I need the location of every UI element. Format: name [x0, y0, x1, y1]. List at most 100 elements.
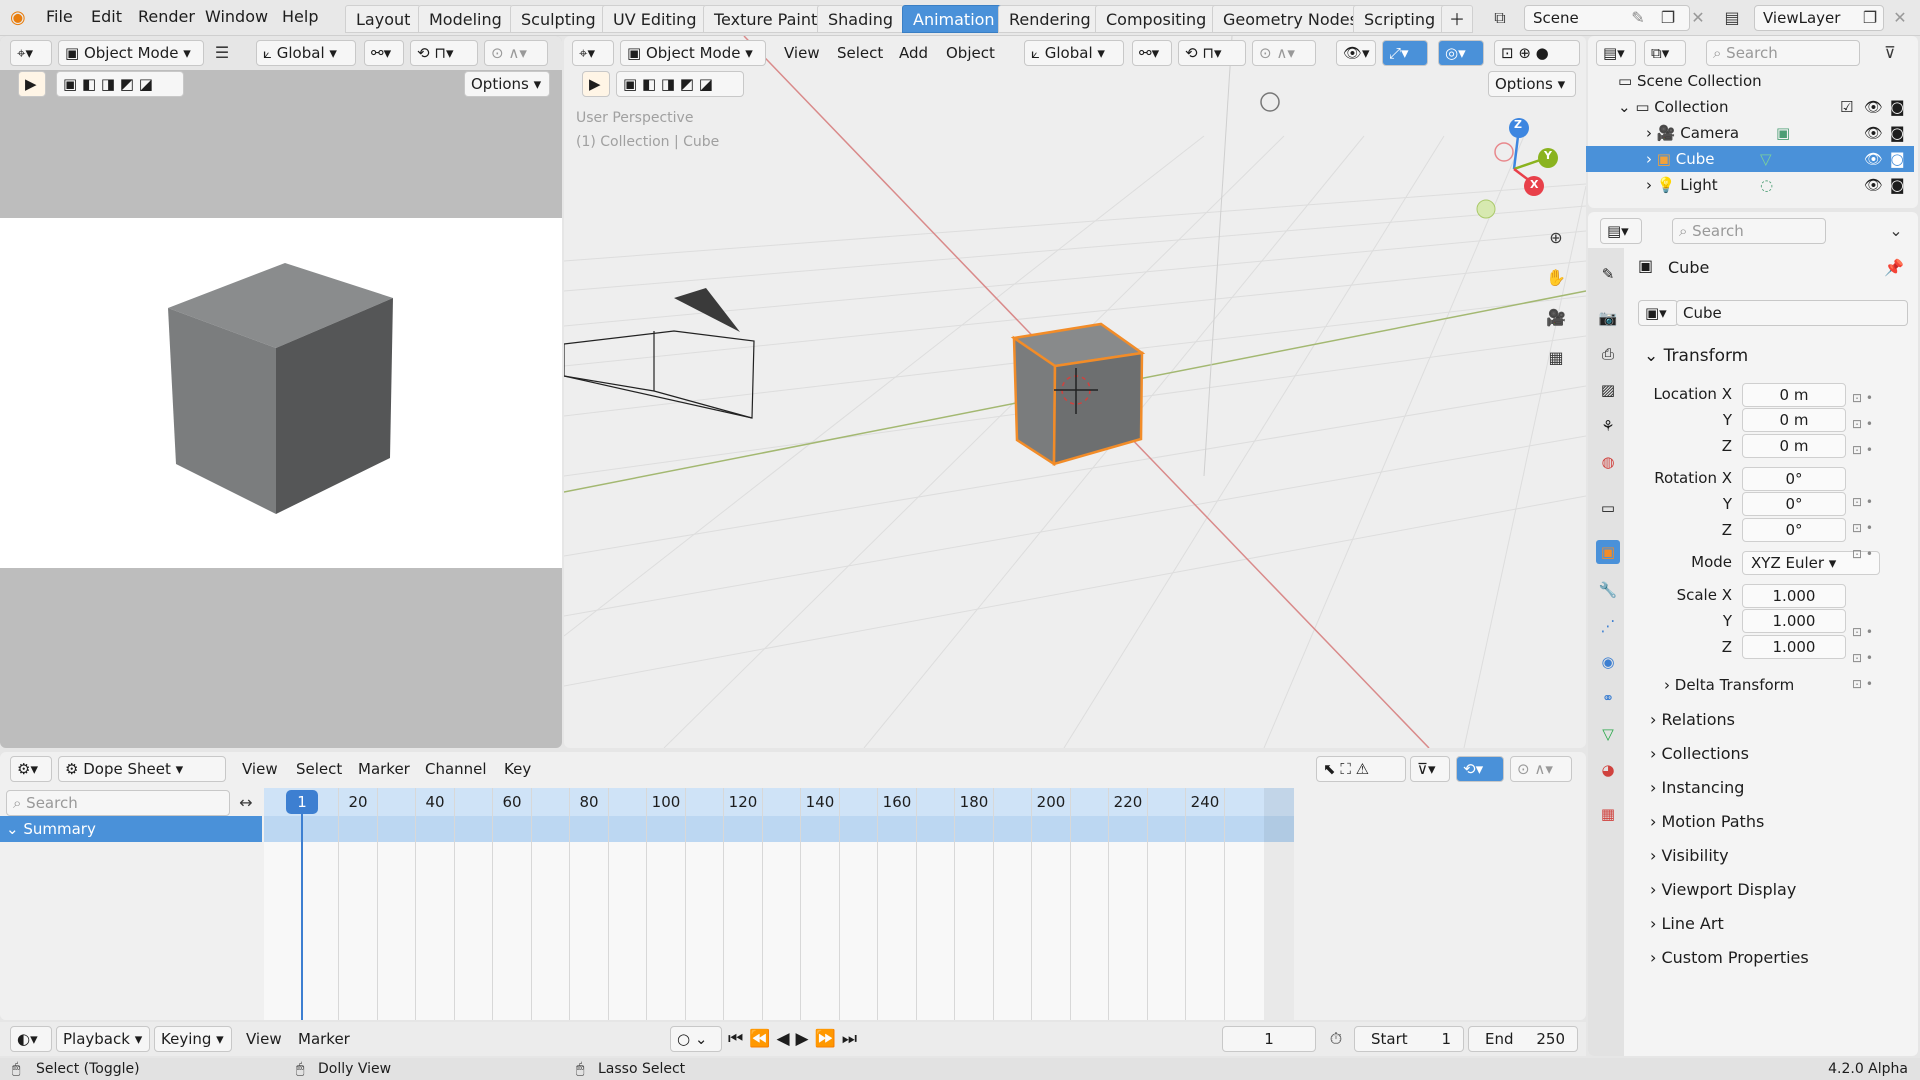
dope-sheet[interactable]: ⚙▾ ⚙ Dope Sheet ▾ View Select Marker Cha… — [0, 752, 1586, 1020]
dope-editor-type[interactable]: ⚙▾ — [10, 756, 52, 782]
outliner-search-field[interactable]: ⌕ Search — [1706, 40, 1860, 66]
pivot-dropdown[interactable]: ⚯▾ — [364, 40, 404, 66]
hamburger-icon[interactable]: ☰ — [210, 41, 234, 65]
dope-search-field[interactable]: ⌕ Search — [6, 790, 230, 816]
collection-eye-icon[interactable]: 👁 — [1864, 94, 1883, 120]
scene-selector-icon[interactable]: ⧉ — [1488, 6, 1512, 30]
gizmo-toggle[interactable]: ⤢▾ — [1382, 40, 1428, 66]
3d-viewport[interactable]: ⌖▾ ▣ Object Mode ▾ View Select Add Objec… — [564, 36, 1586, 748]
dope-menu-key[interactable]: Key — [504, 752, 531, 786]
current-frame-field[interactable]: 1 — [1222, 1026, 1316, 1052]
viewport-proportional-button[interactable]: ⊙ ∧▾ — [1252, 40, 1316, 66]
texture-tab-icon[interactable]: ▦ — [1596, 802, 1620, 826]
scene-collection-row[interactable]: ▭ Scene Collection — [1586, 68, 1914, 94]
collection-row[interactable]: ⌄ ▭ Collection ☑ 👁 ◙ — [1586, 94, 1914, 120]
timeline-menu-marker[interactable]: Marker — [298, 1022, 350, 1056]
orientation-dropdown[interactable]: ⟀ Global ▾ — [256, 40, 356, 66]
location-y-field[interactable]: 0 m — [1742, 408, 1846, 432]
cube-eye-icon[interactable]: 👁 — [1864, 146, 1883, 172]
new-scene-icon[interactable]: ❐ — [1656, 6, 1680, 30]
pin-icon[interactable]: ✎ — [1626, 6, 1650, 30]
tab-compositing[interactable]: Compositing — [1095, 5, 1218, 33]
tab-animation[interactable]: Animation — [902, 5, 1006, 33]
rotation-x-field[interactable]: 0° — [1742, 467, 1846, 491]
instancing-panel[interactable]: › Instancing — [1650, 778, 1744, 797]
constraints-tab-icon[interactable]: ⚭ — [1596, 686, 1620, 710]
collections-panel[interactable]: › Collections — [1650, 744, 1749, 763]
camera-render-icon[interactable]: ◙ — [1890, 120, 1905, 146]
tab-shading[interactable]: Shading — [817, 5, 904, 33]
tab-uv-editing[interactable]: UV Editing — [602, 5, 708, 33]
data-tab-icon[interactable]: ▽ — [1596, 722, 1620, 746]
tab-modeling[interactable]: Modeling — [418, 5, 513, 33]
playhead-frame-label[interactable]: 1 — [286, 790, 318, 814]
editor-type-button[interactable]: ⌖▾ — [10, 40, 52, 66]
rotation-y-field[interactable]: 0° — [1742, 492, 1846, 516]
perspective-toggle-icon[interactable]: ▦ — [1544, 346, 1568, 370]
dope-menu-select[interactable]: Select — [296, 752, 342, 786]
menu-render[interactable]: Render — [134, 0, 199, 36]
visibility-dropdown[interactable]: 👁▾ — [1336, 40, 1376, 66]
rotation-z-field[interactable]: 0° — [1742, 518, 1846, 542]
properties-options-icon[interactable]: ⌄ — [1884, 219, 1908, 243]
light-data-icon[interactable]: ◌ — [1760, 172, 1773, 198]
timeline-editor-type[interactable]: ◐▾ — [10, 1026, 52, 1052]
object-mode-dropdown[interactable]: ▣ Object Mode ▾ — [58, 40, 204, 66]
camera-eye-icon[interactable]: 👁 — [1864, 120, 1883, 146]
filter-icon[interactable]: ⊽ — [1878, 41, 1902, 65]
preview-range-icon[interactable]: ⏱ — [1324, 1027, 1348, 1051]
tab-sculpting[interactable]: Sculpting — [510, 5, 607, 33]
playhead-line[interactable] — [301, 808, 303, 1020]
properties-pin-icon[interactable]: 📌 — [1882, 256, 1906, 280]
modifier-tab-icon[interactable]: 🔧 — [1596, 578, 1620, 602]
blender-logo-icon[interactable]: ◉ — [10, 7, 34, 29]
object-tab-icon[interactable]: ▣ — [1596, 540, 1620, 564]
cube-mesh-icon[interactable]: ▽ — [1760, 146, 1772, 172]
location-z-field[interactable]: 0 m — [1742, 434, 1846, 458]
outliner-item-light[interactable]: › 💡 Light ◌ 👁 ◙ — [1586, 172, 1914, 198]
tab-geometry-nodes[interactable]: Geometry Nodes — [1212, 5, 1369, 33]
pan-hand-icon[interactable]: ✋ — [1544, 266, 1568, 290]
output-tab-icon[interactable]: ⎙ — [1596, 342, 1620, 366]
collection-render-icon[interactable]: ◙ — [1890, 94, 1905, 120]
viewport-select-mode-buttons[interactable]: ▣ ◧ ◨ ◩ ◪ — [616, 71, 744, 97]
options-dropdown[interactable]: Options ▾ — [464, 71, 550, 97]
properties-editor-type[interactable]: ▤▾ — [1600, 218, 1642, 244]
navigation-gizmo[interactable]: Z Y X — [1464, 114, 1574, 249]
start-frame-field[interactable]: Start 1 — [1354, 1026, 1464, 1052]
view-layer-tab-icon[interactable]: ▨ — [1596, 378, 1620, 402]
camera-data-icon[interactable]: ▣ — [1776, 120, 1790, 146]
viewport-display-panel[interactable]: › Viewport Display — [1650, 880, 1796, 899]
relations-panel[interactable]: › Relations — [1650, 710, 1735, 729]
playback-dropdown[interactable]: Playback ▾ — [56, 1026, 150, 1052]
tab-texture-paint[interactable]: Texture Paint — [703, 5, 829, 33]
playback-controls[interactable]: ⏮⏪◀▶⏩⏭ — [728, 1026, 888, 1052]
summary-channel[interactable]: ⌄ Summary — [0, 816, 262, 842]
world-tab-icon[interactable]: ◍ — [1596, 450, 1620, 474]
object-data-selector[interactable]: ▣▾ — [1638, 300, 1678, 326]
scale-x-field[interactable]: 1.000 — [1742, 584, 1846, 608]
cube-render-icon[interactable]: ◙ — [1890, 146, 1905, 172]
only-selected-toggle[interactable]: ⬉ ⛶ ⚠ — [1316, 756, 1406, 782]
snap-dropdown[interactable]: ⟲ ⊓▾ — [410, 40, 478, 66]
viewport-object-mode-dropdown[interactable]: ▣ Object Mode ▾ — [620, 40, 766, 66]
particles-tab-icon[interactable]: ⋰ — [1596, 614, 1620, 638]
viewport-editor-type-button[interactable]: ⌖▾ — [572, 40, 614, 66]
viewport-snap-dropdown[interactable]: ⟲ ⊓▾ — [1178, 40, 1246, 66]
viewport-menu-view[interactable]: View — [784, 36, 820, 70]
menu-help[interactable]: Help — [278, 0, 322, 36]
dope-menu-view[interactable]: View — [242, 752, 278, 786]
dope-filter-dropdown[interactable]: ⊽▾ — [1410, 756, 1450, 782]
end-frame-field[interactable]: End 250 — [1468, 1026, 1578, 1052]
swap-icon[interactable]: ↔ — [234, 791, 258, 815]
outliner-item-cube[interactable]: › ▣ Cube ▽ 👁 ◙ — [1586, 146, 1914, 172]
dope-snap-dropdown[interactable]: ⟲▾ — [1456, 756, 1504, 782]
delete-scene-icon[interactable]: ✕ — [1686, 6, 1710, 30]
proportional-edit-button[interactable]: ⊙ ∧▾ — [484, 40, 548, 66]
scale-y-field[interactable]: 1.000 — [1742, 609, 1846, 633]
visibility-panel[interactable]: › Visibility — [1650, 846, 1729, 865]
auto-keying-toggle[interactable]: ○ ⌄ — [670, 1026, 722, 1052]
viewport-options-dropdown[interactable]: Options ▾ — [1488, 71, 1576, 97]
viewport-select-tool-button[interactable]: ▶ — [582, 71, 610, 97]
custom-properties-panel[interactable]: › Custom Properties — [1650, 948, 1809, 967]
